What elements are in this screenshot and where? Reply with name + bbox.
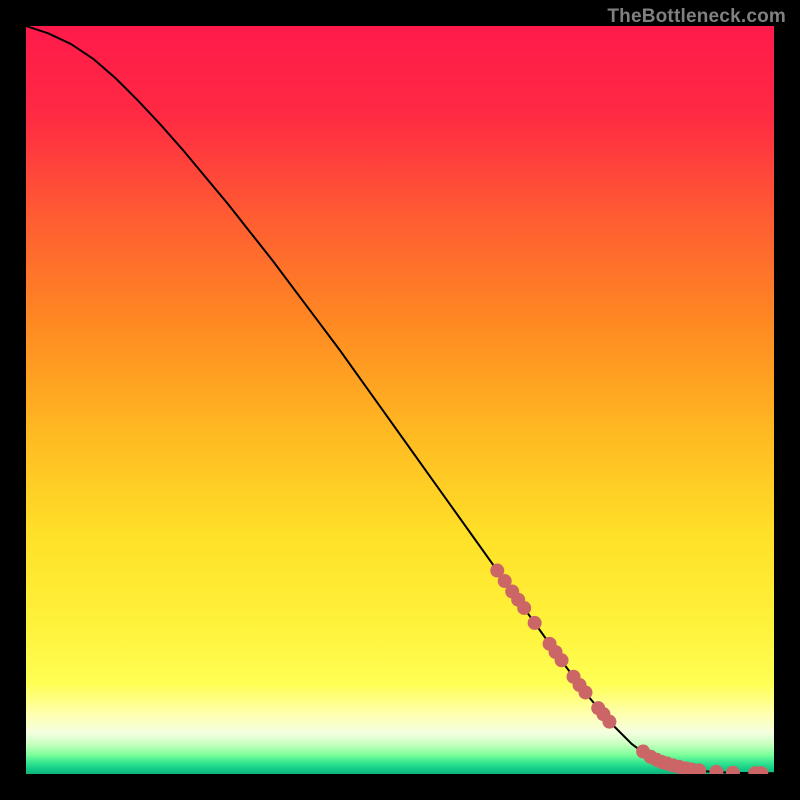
data-point (602, 715, 616, 729)
data-point (555, 653, 569, 667)
data-point (579, 685, 593, 699)
data-point (528, 616, 542, 630)
plot-area (26, 26, 774, 774)
gradient-background (26, 26, 774, 774)
data-point (517, 601, 531, 615)
chart-svg (26, 26, 774, 774)
watermark-text: TheBottleneck.com (607, 6, 786, 28)
chart-stage: TheBottleneck.com (0, 0, 800, 800)
